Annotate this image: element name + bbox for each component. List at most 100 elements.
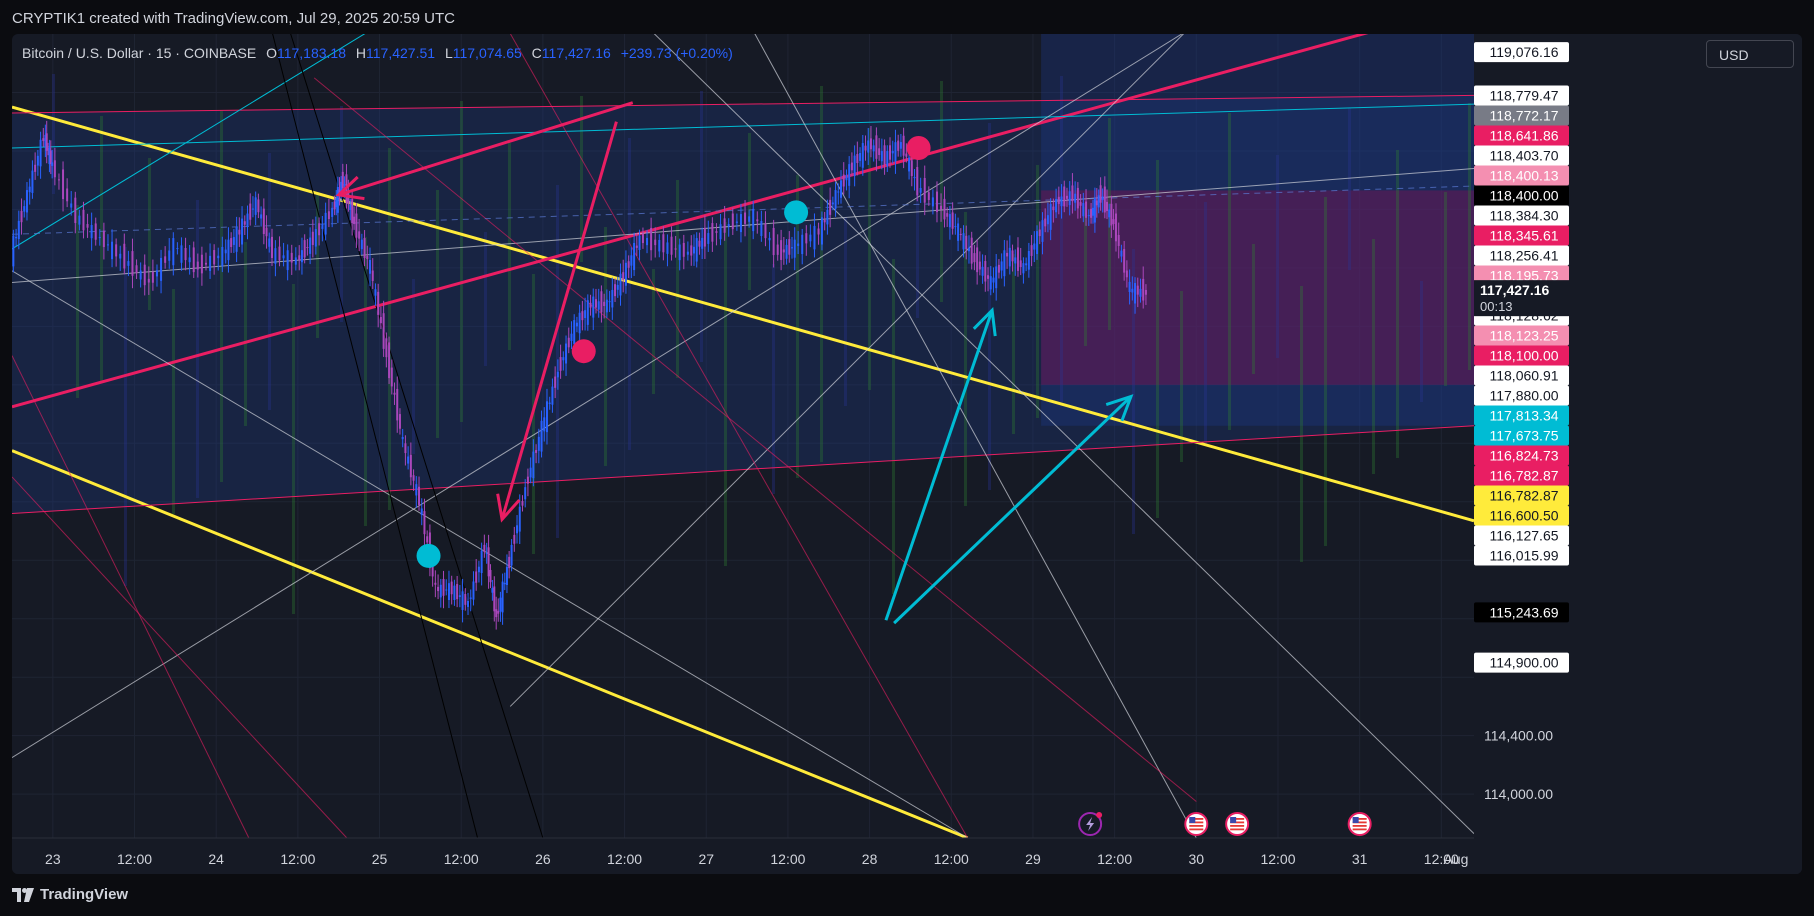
- time-tick: 28: [862, 851, 878, 867]
- volume-bar: [772, 264, 775, 494]
- volume-bar: [1396, 150, 1399, 458]
- currency-selector[interactable]: USD: [1706, 40, 1794, 68]
- candle-body: [106, 244, 109, 246]
- candle-body: [589, 302, 592, 308]
- candle-body: [217, 255, 220, 259]
- candle-body: [848, 164, 851, 186]
- price-label: 116,015.99: [1474, 545, 1569, 566]
- chart-canvas[interactable]: 119,076.16 118,779.47 118,772.17 118,641.86…: [12, 34, 1802, 874]
- candle-body: [842, 174, 845, 187]
- us-flag-event-icon[interactable]: [1184, 812, 1209, 836]
- candle-body: [499, 597, 502, 612]
- volume-bar: [1228, 113, 1231, 430]
- candle-body: [184, 248, 187, 261]
- price-label: 117,673.75: [1474, 425, 1569, 446]
- volume-bar: [1012, 254, 1015, 434]
- candle-body: [1046, 215, 1049, 225]
- candle-body: [343, 184, 346, 186]
- price-label: 116,782.87: [1474, 485, 1569, 506]
- chart-pane[interactable]: 119,076.16 118,779.47 118,772.17 118,641.86…: [12, 34, 1802, 874]
- candle-body: [341, 171, 344, 189]
- volume-bar: [316, 195, 319, 338]
- candle-body: [1052, 206, 1055, 211]
- candle-body: [1019, 260, 1022, 268]
- candle-body: [34, 164, 37, 172]
- volume-bar: [1060, 76, 1063, 402]
- candle-body: [1033, 243, 1036, 250]
- candle-body: [1110, 203, 1113, 226]
- candle-body: [260, 214, 263, 219]
- price-label: 118,403.70: [1474, 145, 1569, 166]
- price-label-text: 118,772.17: [1489, 107, 1558, 123]
- us-flag-event-icon[interactable]: [1347, 812, 1372, 836]
- candle-body: [1091, 207, 1094, 216]
- candle-body: [834, 190, 837, 209]
- price-label: 118,779.47: [1474, 85, 1569, 106]
- snapshot-credit: CRYPTIK1 created with TradingView.com, J…: [12, 10, 456, 27]
- price-tick: 114,400.00: [1484, 728, 1553, 744]
- candle-body: [1022, 263, 1025, 274]
- candle-body: [1036, 231, 1039, 255]
- candle-body: [614, 284, 617, 297]
- tradingview-logo[interactable]: TradingView: [12, 886, 128, 903]
- candle-body: [418, 486, 421, 505]
- candle-body: [1082, 203, 1085, 217]
- candle-body: [554, 376, 557, 388]
- candle-body: [575, 322, 578, 327]
- event-icons[interactable]: [1078, 812, 1372, 836]
- candle-body: [654, 239, 657, 246]
- time-tick: 12:00: [1097, 851, 1132, 867]
- candle-body: [927, 192, 930, 201]
- candle-body: [1117, 235, 1120, 246]
- candle-body: [845, 175, 848, 181]
- candle-body: [686, 251, 689, 255]
- candle-body: [992, 277, 995, 283]
- time-tick: 12:00: [934, 851, 969, 867]
- candle-body: [711, 223, 714, 242]
- price-label-text: 116,782.87: [1489, 467, 1558, 483]
- volume-bar: [676, 180, 679, 378]
- candle-body: [278, 246, 281, 261]
- candle-body: [1044, 218, 1047, 227]
- close-value: 117,427.16: [541, 45, 611, 61]
- candle-body: [565, 343, 568, 364]
- candle-body: [467, 600, 470, 607]
- candle-body: [31, 170, 34, 193]
- volume-bar: [820, 86, 823, 462]
- candle-body: [856, 154, 859, 163]
- candle-body: [493, 586, 496, 612]
- low-value: 117,074.65: [452, 45, 522, 61]
- candle-body: [840, 180, 843, 198]
- low-label: L: [444, 45, 453, 61]
- lightning-event-icon[interactable]: [1078, 812, 1103, 836]
- candle-body: [374, 289, 377, 296]
- candle-body: [271, 236, 274, 259]
- volume-bar: [1156, 160, 1159, 518]
- candle-body: [1144, 289, 1147, 295]
- candle-body: [434, 582, 437, 585]
- candle-body: [28, 186, 31, 193]
- time-axis[interactable]: 23 12:00 24 12:00 25 12:00 26 12:00 27 12:00 28 12:…: [12, 837, 1802, 874]
- price-label-text: 115,243.69: [1489, 604, 1558, 620]
- trend-line-17: [12, 476, 348, 839]
- lightning-dot: [1096, 812, 1103, 818]
- candle-body: [1060, 196, 1063, 207]
- candle-body: [567, 337, 570, 348]
- candle-body: [227, 239, 230, 261]
- candle-body: [420, 508, 423, 515]
- candle-body: [521, 501, 524, 506]
- flag-canton: [1230, 817, 1237, 823]
- candle-body: [254, 197, 257, 215]
- candle-body: [1125, 270, 1128, 278]
- volume-bar: [484, 232, 487, 366]
- time-tick: 12:00: [770, 851, 805, 867]
- volume-bar: [1468, 103, 1471, 370]
- candle-body: [692, 246, 695, 254]
- candle-body: [1063, 186, 1066, 207]
- volume-bar: [1372, 239, 1375, 474]
- flag-stripe: [1189, 828, 1204, 831]
- candle-body: [412, 475, 415, 481]
- candle-body: [1057, 196, 1060, 205]
- candle-body: [265, 227, 268, 237]
- us-flag-event-icon[interactable]: [1225, 812, 1250, 836]
